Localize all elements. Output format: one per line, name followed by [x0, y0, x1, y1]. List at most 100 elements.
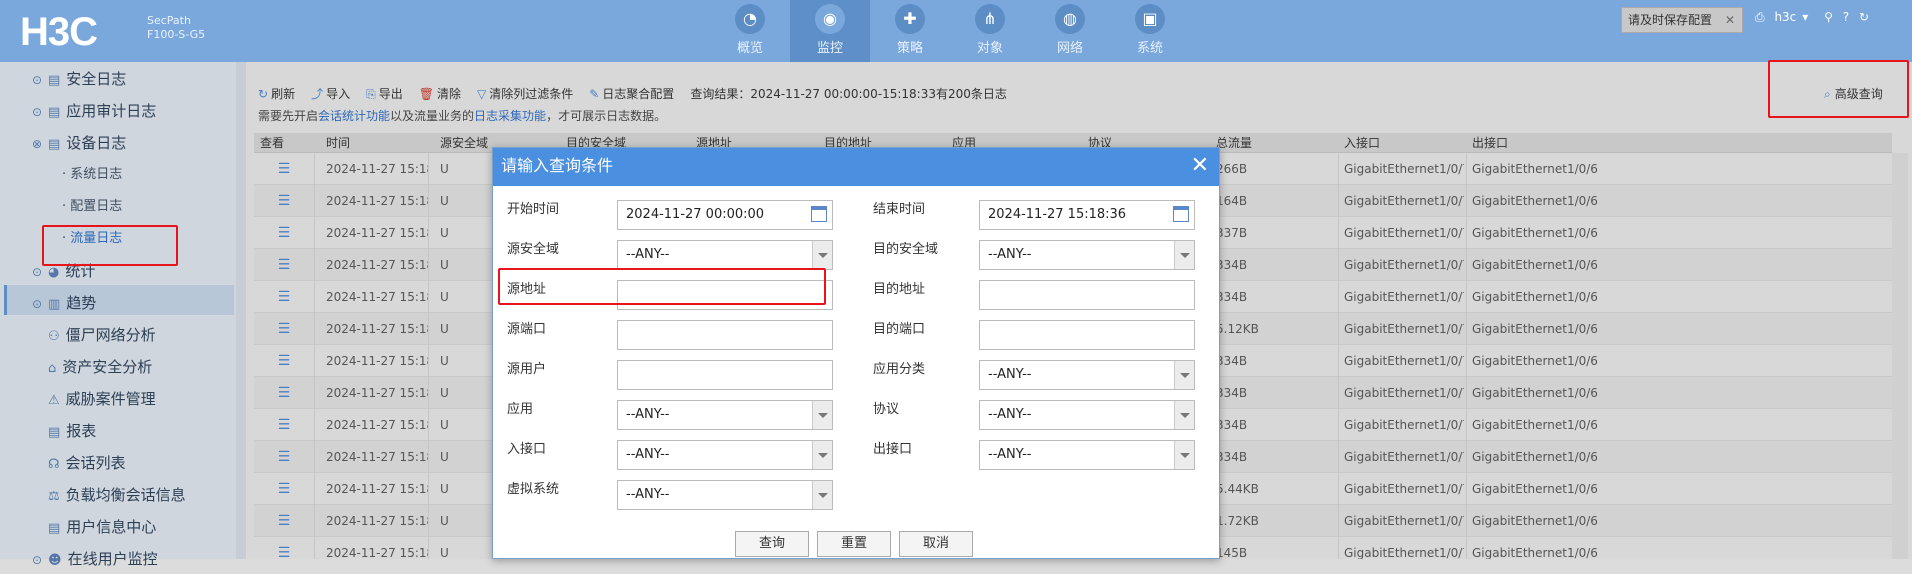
- sidebar-item[interactable]: ⚖ 负载均衡会话信息: [32, 482, 186, 508]
- sidebar-subitem[interactable]: · 流量日志: [62, 226, 122, 252]
- advanced-query-button[interactable]: ⌕ 高级查询: [1824, 85, 1883, 102]
- in-interface-value: --ANY--: [626, 447, 670, 462]
- src-port-input[interactable]: [617, 320, 833, 350]
- save-icon[interactable]: ⎙: [1755, 10, 1765, 24]
- column-header[interactable]: 源安全域: [434, 133, 488, 153]
- list-icon[interactable]: ☰: [254, 345, 314, 377]
- toolbar-button[interactable]: ↻ 刷新: [258, 85, 295, 102]
- chevron-down-icon[interactable]: [812, 401, 832, 429]
- sidebar-splitter[interactable]: [236, 62, 246, 559]
- nav-monitor[interactable]: ◉ 监控: [790, 0, 870, 62]
- toolbar-button[interactable]: ✎ 日志聚合配置: [589, 85, 674, 102]
- reset-button[interactable]: 重置: [817, 531, 891, 557]
- toolbar-button[interactable]: ⎘ 导出: [366, 85, 403, 102]
- chevron-down-icon[interactable]: [1174, 361, 1194, 389]
- list-icon[interactable]: ☰: [254, 473, 314, 505]
- cell-total-traffic: 337B: [1216, 226, 1248, 240]
- nav-screen[interactable]: ▣ 系统: [1110, 0, 1190, 62]
- expand-toggle-icon[interactable]: ⊙: [32, 547, 48, 573]
- help-icon[interactable]: ?: [1843, 10, 1849, 24]
- list-icon[interactable]: ☰: [254, 505, 314, 537]
- app-category-select[interactable]: --ANY--: [979, 360, 1195, 390]
- close-icon[interactable]: ✕: [1725, 8, 1735, 32]
- query-button[interactable]: 查询: [735, 531, 809, 557]
- dst-addr-input[interactable]: [979, 280, 1195, 310]
- src-user-input[interactable]: [617, 360, 833, 390]
- expand-toggle-icon[interactable]: ⊗: [32, 131, 48, 157]
- dst-port-input[interactable]: [979, 320, 1195, 350]
- list-icon[interactable]: ☰: [254, 377, 314, 409]
- list-icon[interactable]: ☰: [254, 281, 314, 313]
- out-interface-select[interactable]: --ANY--: [979, 440, 1195, 470]
- calendar-icon[interactable]: [1173, 206, 1189, 222]
- chevron-down-icon[interactable]: [1174, 441, 1194, 469]
- list-icon[interactable]: ☰: [254, 313, 314, 345]
- list-icon[interactable]: ☰: [254, 185, 314, 217]
- expand-toggle-icon[interactable]: ⊙: [32, 99, 48, 125]
- nav-share[interactable]: ⋔ 对象: [950, 0, 1030, 62]
- app-select[interactable]: --ANY--: [617, 400, 833, 430]
- sidebar-item[interactable]: ⚠ 威胁案件管理: [32, 386, 156, 412]
- chevron-down-icon[interactable]: [812, 481, 832, 509]
- chevron-down-icon[interactable]: [812, 441, 832, 469]
- src-addr-input[interactable]: [617, 280, 833, 310]
- user-name: h3c: [1774, 10, 1797, 24]
- sidebar-item[interactable]: ⊙ ☻ 在线用户监控: [32, 546, 158, 572]
- toolbar-button[interactable]: ⤴ 导入: [311, 85, 350, 102]
- chevron-down-icon[interactable]: [812, 241, 832, 269]
- in-interface-label: 入接口: [507, 442, 547, 457]
- sidebar-item[interactable]: ⚇ 僵尸网络分析: [32, 322, 156, 348]
- sidebar-subitem[interactable]: · 配置日志: [62, 194, 122, 220]
- chevron-down-icon[interactable]: [1174, 401, 1194, 429]
- nav-shield[interactable]: ✚ 策略: [870, 0, 950, 62]
- list-icon[interactable]: ☰: [254, 409, 314, 441]
- end-time-input[interactable]: 2024-11-27 15:18:36: [979, 200, 1195, 230]
- refresh-icon[interactable]: ↻: [1859, 10, 1869, 24]
- calendar-icon[interactable]: [811, 206, 827, 222]
- column-header[interactable]: 时间: [320, 133, 350, 153]
- expand-toggle-icon[interactable]: ⊙: [32, 291, 48, 317]
- chevron-down-icon[interactable]: [1174, 241, 1194, 269]
- log-collect-link[interactable]: 日志采集功能: [474, 109, 546, 123]
- sidebar-item[interactable]: ⊙ ◕ 统计: [32, 258, 95, 284]
- cell-total-traffic: 334B: [1216, 290, 1248, 304]
- sidebar-item[interactable]: ⊙ ▤ 应用审计日志: [32, 98, 156, 124]
- protocol-select[interactable]: --ANY--: [979, 400, 1195, 430]
- expand-toggle-icon[interactable]: ⊙: [32, 259, 48, 285]
- list-icon[interactable]: ☰: [254, 441, 314, 473]
- list-icon[interactable]: ☰: [254, 537, 314, 559]
- search-icon[interactable]: ⚲: [1824, 10, 1833, 24]
- app-value: --ANY--: [626, 407, 670, 422]
- column-header[interactable]: 入接口: [1338, 133, 1380, 153]
- column-header[interactable]: 出接口: [1466, 133, 1508, 153]
- user-menu[interactable]: h3c ▾: [1774, 10, 1814, 24]
- sidebar-subitem[interactable]: · 系统日志: [62, 162, 122, 188]
- sidebar-item[interactable]: ⊙ ▤ 安全日志: [32, 66, 126, 92]
- session-stats-link[interactable]: 会话统计功能: [318, 109, 390, 123]
- sidebar-item[interactable]: ⊗ ▤ 设备日志: [32, 130, 126, 156]
- list-icon[interactable]: ☰: [254, 217, 314, 249]
- close-icon[interactable]: ✕: [1191, 154, 1209, 178]
- screen-icon: ▣: [1135, 4, 1165, 34]
- list-icon[interactable]: ☰: [254, 249, 314, 281]
- dst-zone-select[interactable]: --ANY--: [979, 240, 1195, 270]
- column-header[interactable]: 查看: [254, 133, 284, 153]
- vsys-select[interactable]: --ANY--: [617, 480, 833, 510]
- start-time-input[interactable]: 2024-11-27 00:00:00: [617, 200, 833, 230]
- list-icon[interactable]: ☰: [254, 153, 314, 185]
- table-scrollbar[interactable]: [1892, 153, 1908, 559]
- sidebar-item[interactable]: ⊙ ▥ 趋势: [32, 290, 96, 316]
- sidebar-item[interactable]: ⌂ 资产安全分析: [32, 354, 152, 380]
- nav-gauge[interactable]: ◔ 概览: [710, 0, 790, 62]
- sidebar-item[interactable]: ☊ 会话列表: [32, 450, 126, 476]
- nav-globe[interactable]: ◍ 网络: [1030, 0, 1110, 62]
- toolbar-button[interactable]: 🗑 清除: [419, 85, 461, 102]
- src-zone-select[interactable]: --ANY--: [617, 240, 833, 270]
- cancel-button[interactable]: 取消: [899, 531, 973, 557]
- sidebar-item[interactable]: ▤ 报表: [32, 418, 96, 444]
- in-interface-select[interactable]: --ANY--: [617, 440, 833, 470]
- sidebar-item[interactable]: ▤ 用户信息中心: [32, 514, 156, 540]
- toolbar-button[interactable]: ▽ 清除列过滤条件: [477, 85, 573, 102]
- save-config-reminder[interactable]: 请及时保存配置 ✕: [1621, 7, 1743, 33]
- expand-toggle-icon[interactable]: ⊙: [32, 67, 48, 93]
